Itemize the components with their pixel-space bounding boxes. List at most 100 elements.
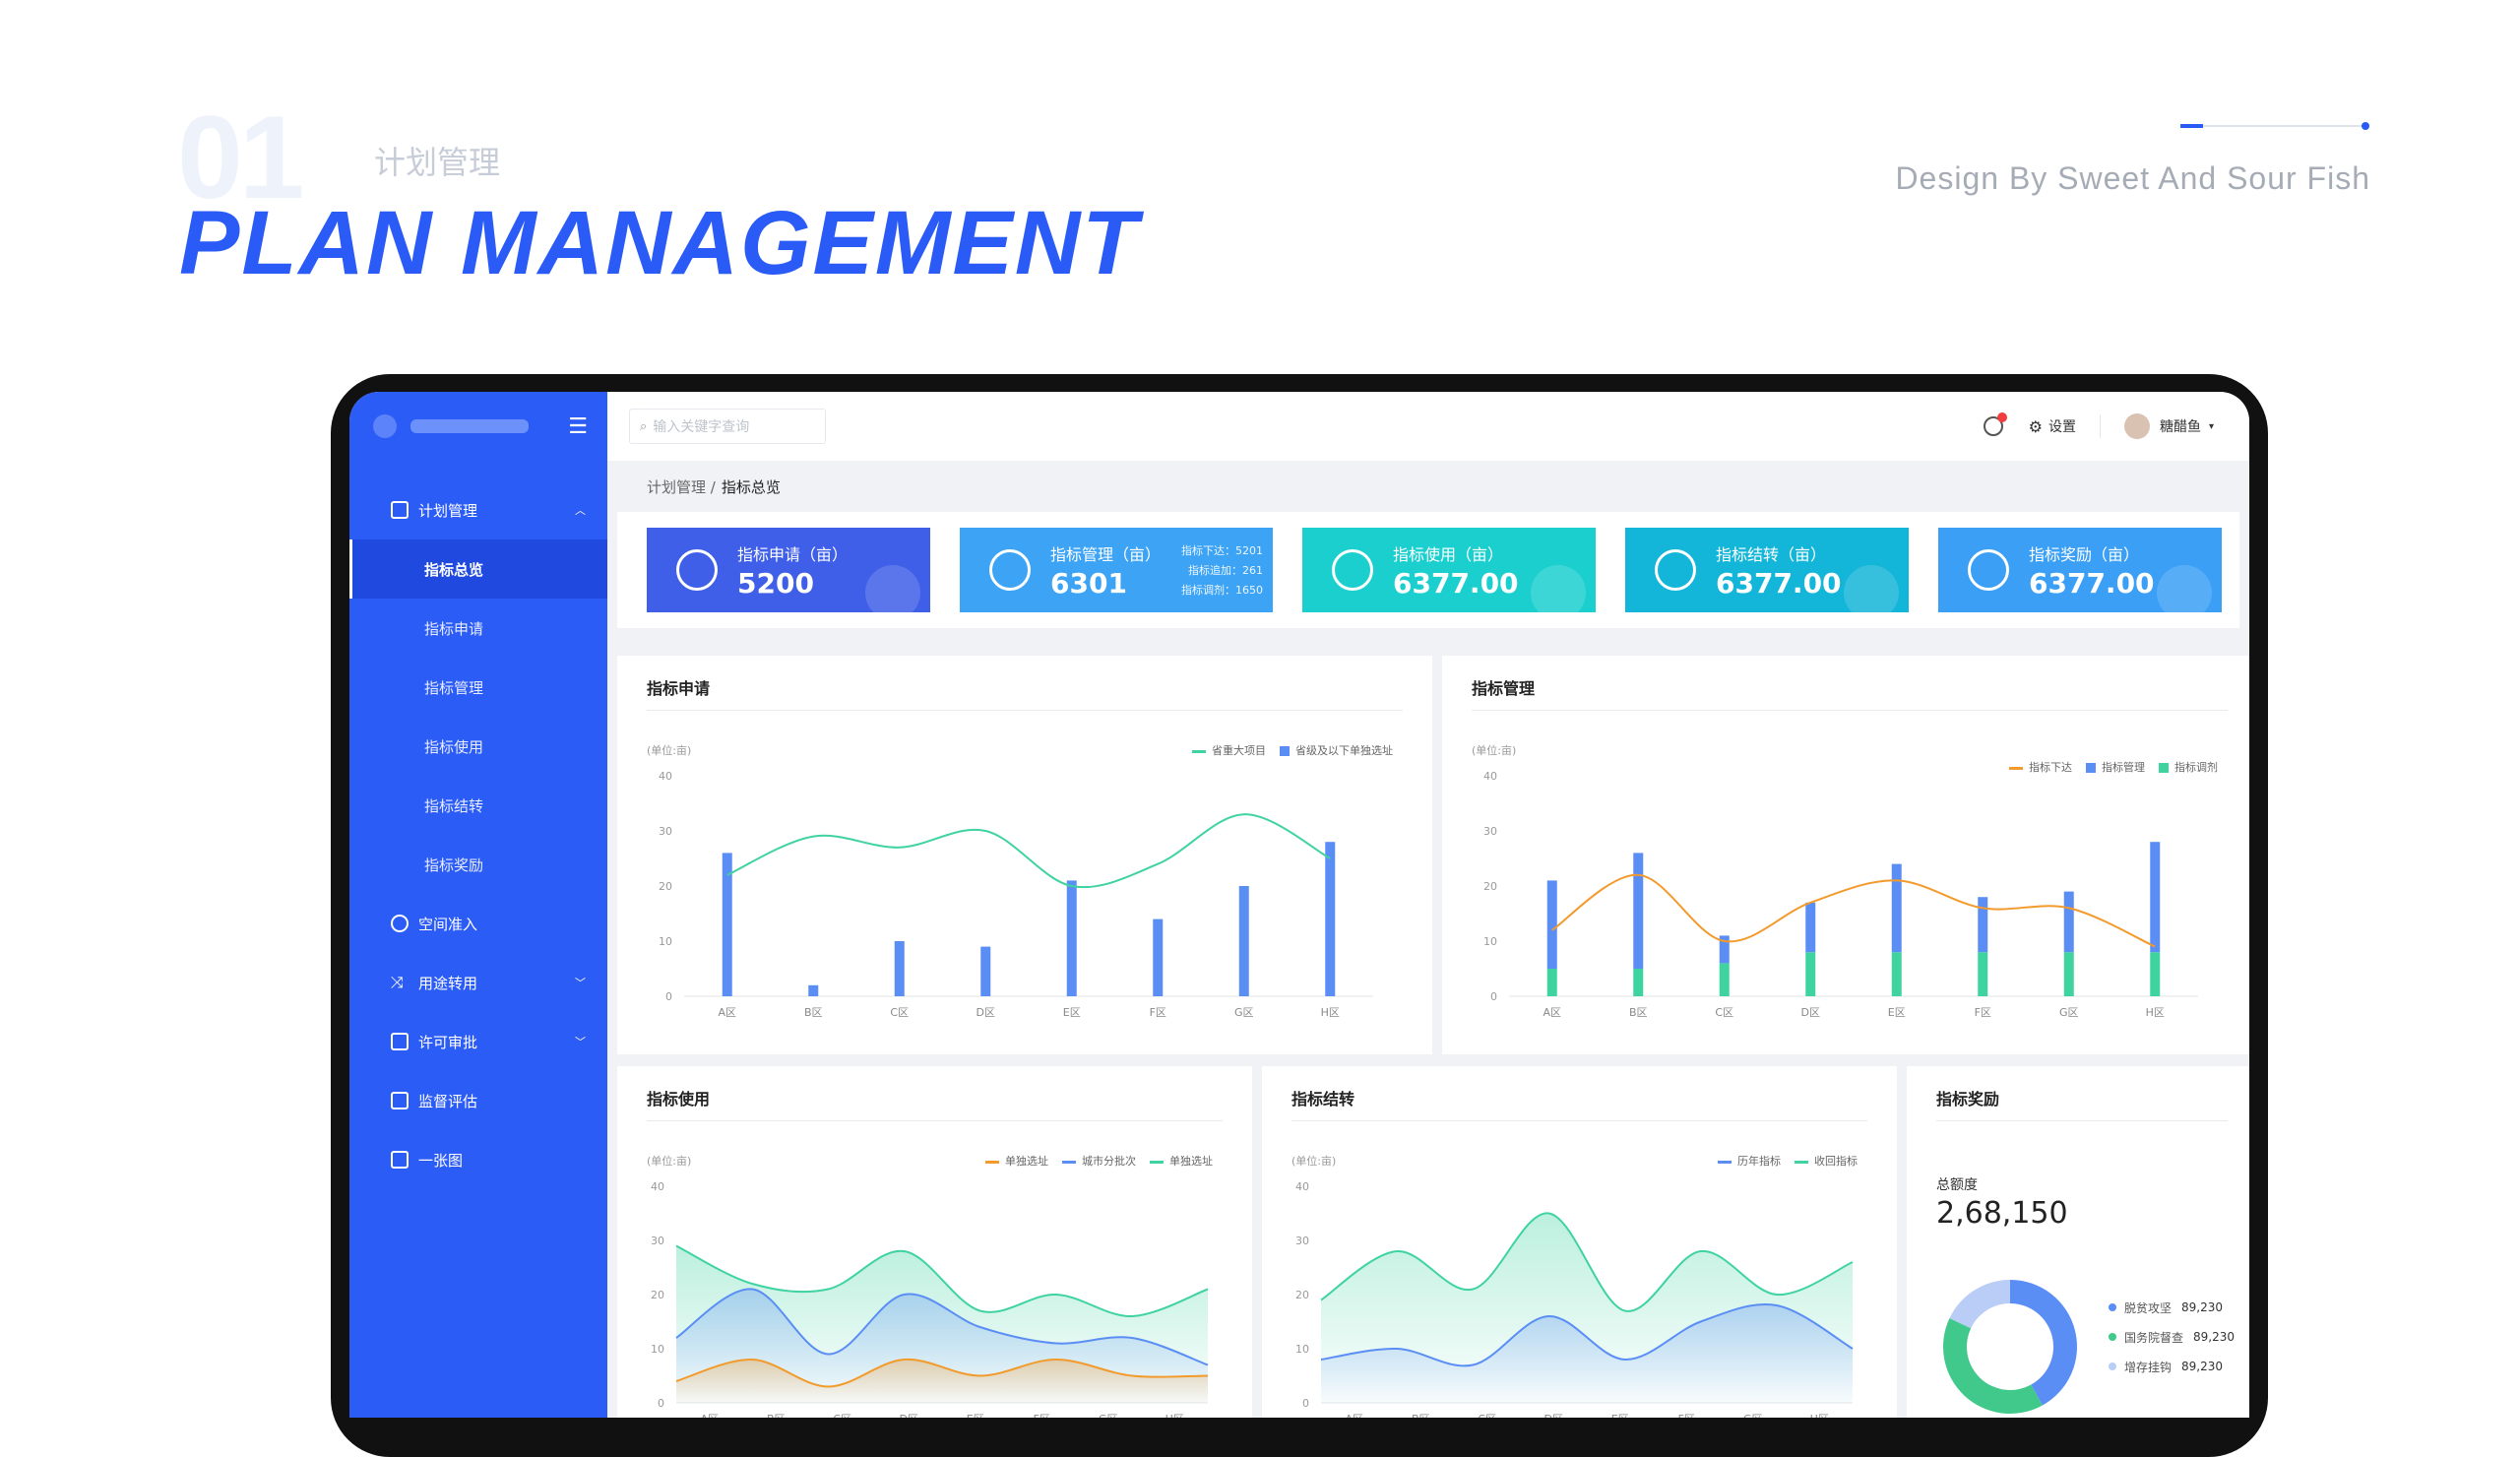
user-name[interactable]: 糖醋鱼 <box>2160 416 2201 436</box>
user-clock-icon <box>676 549 718 591</box>
stat-title: 指标奖励（亩） <box>2029 544 2140 564</box>
search-icon: ⌕ <box>640 418 648 434</box>
sidebar-item-usage[interactable]: ⤨ 用途转用 ﹀ <box>349 953 607 1012</box>
section-subtitle: 计划管理 <box>374 144 501 181</box>
unit-label: (单位:亩) <box>647 744 692 757</box>
sidebar-item-map[interactable]: 一张图 <box>349 1130 607 1189</box>
bar <box>1719 963 1730 996</box>
stat-extra-line: 指标追加：261 <box>1188 564 1263 577</box>
settings-link[interactable]: 设置 <box>2048 416 2076 436</box>
section-title: PLAN MANAGEMENT <box>179 193 1140 293</box>
legend-item: 单独选址 <box>1169 1155 1213 1168</box>
chart-reward-donut <box>1943 1280 2077 1414</box>
y-tick-label: 20 <box>1483 880 1497 893</box>
bar <box>1805 902 1816 953</box>
x-tick-label: E区 <box>1063 1006 1081 1019</box>
bar <box>1891 952 1902 996</box>
sidebar-sub-reward[interactable]: 指标奖励 <box>349 835 607 894</box>
legend-item: 单独选址 <box>1005 1155 1048 1168</box>
x-tick-label: C区 <box>833 1413 851 1418</box>
app-name-blurred <box>410 419 529 433</box>
search-input[interactable]: ⌕ 输入关键字查询 <box>629 409 826 444</box>
sidebar-sub-use[interactable]: 指标使用 <box>349 717 607 776</box>
y-tick-label: 0 <box>658 1397 664 1410</box>
stat-card-reward[interactable]: 指标奖励（亩） 6377.00 <box>1938 528 2222 612</box>
avatar[interactable] <box>2123 413 2150 439</box>
legend-item: 省重大项目 <box>1212 744 1266 757</box>
y-tick-label: 10 <box>1295 1343 1309 1356</box>
sidebar-sub-overview[interactable]: 指标总览 <box>349 539 607 599</box>
logo-icon <box>373 414 397 438</box>
total-value: 2,68,150 <box>1936 1196 2068 1231</box>
shuffle-icon: ⤨ <box>391 973 404 991</box>
chart-legend: 省重大项目 省级及以下单独选址 <box>1192 742 1393 758</box>
sidebar-sub-apply[interactable]: 指标申请 <box>349 599 607 658</box>
breadcrumb-parent[interactable]: 计划管理 / <box>647 476 716 497</box>
bar <box>1891 863 1902 953</box>
x-tick-label: C区 <box>1478 1413 1496 1418</box>
panel-title: 指标管理 <box>1472 679 1536 698</box>
sidebar-item-label: 用途转用 <box>418 974 478 992</box>
notification-badge <box>1996 412 2007 422</box>
cube-icon <box>391 915 409 932</box>
sidebar-item-supervise[interactable]: 监督评估 <box>349 1071 607 1130</box>
stat-title: 指标结转（亩） <box>1716 544 1827 564</box>
legend-item: 省级及以下单独选址 <box>1295 744 1393 757</box>
bar <box>808 984 819 996</box>
stat-extra-line: 指标下达：5201 <box>1181 544 1263 557</box>
bar <box>1633 853 1644 969</box>
x-tick-label: F区 <box>1034 1413 1050 1418</box>
sidebar-item-label: 一张图 <box>418 1151 464 1170</box>
sidebar-item-space[interactable]: 空间准入 <box>349 894 607 953</box>
menu-toggle-icon[interactable]: ☰ <box>568 414 588 439</box>
chart-use: 0 10 20 30 40 A区 B区 C区 D区 E区 F区 G区 H区 <box>651 1180 1209 1418</box>
stat-card-use[interactable]: 指标使用（亩） 6377.00 <box>1302 528 1596 612</box>
bar <box>980 946 991 996</box>
x-tick-label: A区 <box>718 1006 736 1019</box>
stat-title: 指标管理（亩） <box>1050 544 1162 564</box>
sidebar-item-plan[interactable]: 计划管理 ︿ <box>349 480 607 539</box>
x-tick-label: E区 <box>1888 1006 1906 1019</box>
x-tick-label: F区 <box>1678 1413 1695 1418</box>
y-tick-label: 10 <box>1483 935 1497 948</box>
legend-name: 脱贫攻坚 <box>2124 1300 2173 1315</box>
x-tick-label: C区 <box>1715 1006 1733 1019</box>
sidebar-item-permit[interactable]: 许可审批 ﹀ <box>349 1012 607 1071</box>
stat-card-apply[interactable]: 指标申请（亩） 5200 <box>647 528 930 612</box>
legend-row: 脱贫攻坚 89,230 <box>2109 1293 2235 1322</box>
map-icon <box>1332 549 1373 591</box>
x-tick-label: A区 <box>1345 1413 1363 1418</box>
legend-row: 国务院督查 89,230 <box>2109 1322 2235 1352</box>
chevron-down-icon[interactable]: ▾ <box>2209 421 2214 432</box>
y-tick-label: 0 <box>665 990 672 1003</box>
x-tick-label: A区 <box>1543 1006 1561 1019</box>
legend-item: 城市分批次 <box>1082 1155 1136 1168</box>
award-icon <box>1968 549 2009 591</box>
stat-card-manage[interactable]: 指标管理（亩） 6301 指标下达：5201 指标追加：261 指标调剂：1650 <box>960 528 1273 612</box>
stat-extra-line: 指标调剂：1650 <box>1181 584 1263 597</box>
x-tick-label: C区 <box>890 1006 909 1019</box>
stat-value: 5200 <box>737 566 814 600</box>
unit-label: (单位:亩) <box>1472 744 1517 757</box>
donut-legend: 脱贫攻坚 89,230 国务院督查 89,230 增存挂钩 89,230 <box>2109 1293 2235 1381</box>
panel-reward: 指标奖励 总额度 2,68,150 脱贫攻坚 89,230 国务院督查 89,230… <box>1907 1066 2249 1418</box>
sidebar-sub-carry[interactable]: 指标结转 <box>349 776 607 835</box>
sidebar-sub-manage[interactable]: 指标管理 <box>349 658 607 717</box>
notification-icon[interactable] <box>1983 412 2007 436</box>
sidebar: ☰ 计划管理 ︿ 指标总览 指标申请 指标管理 指标使用 指标结转 指标奖励 空… <box>349 392 607 1418</box>
y-tick-label: 10 <box>659 935 672 948</box>
app-screen: ☰ 计划管理 ︿ 指标总览 指标申请 指标管理 指标使用 指标结转 指标奖励 空… <box>349 392 2249 1418</box>
donut-slice <box>1949 1280 2010 1329</box>
bar <box>1238 886 1249 996</box>
gear-icon[interactable]: ⚙ <box>2029 417 2043 436</box>
stat-card-carry[interactable]: 指标结转（亩） 6377.00 <box>1625 528 1909 612</box>
y-tick-label: 40 <box>1295 1180 1309 1193</box>
x-tick-label: H区 <box>2146 1006 2165 1019</box>
breadcrumb-current: 指标总览 <box>721 477 781 496</box>
y-tick-label: 0 <box>1490 990 1497 1003</box>
donut-slice <box>2010 1280 2077 1406</box>
y-tick-label: 40 <box>659 770 672 783</box>
legend-item: 收回指标 <box>1814 1155 1858 1168</box>
monitor-icon <box>391 501 409 519</box>
app-logo: ☰ <box>349 392 607 461</box>
